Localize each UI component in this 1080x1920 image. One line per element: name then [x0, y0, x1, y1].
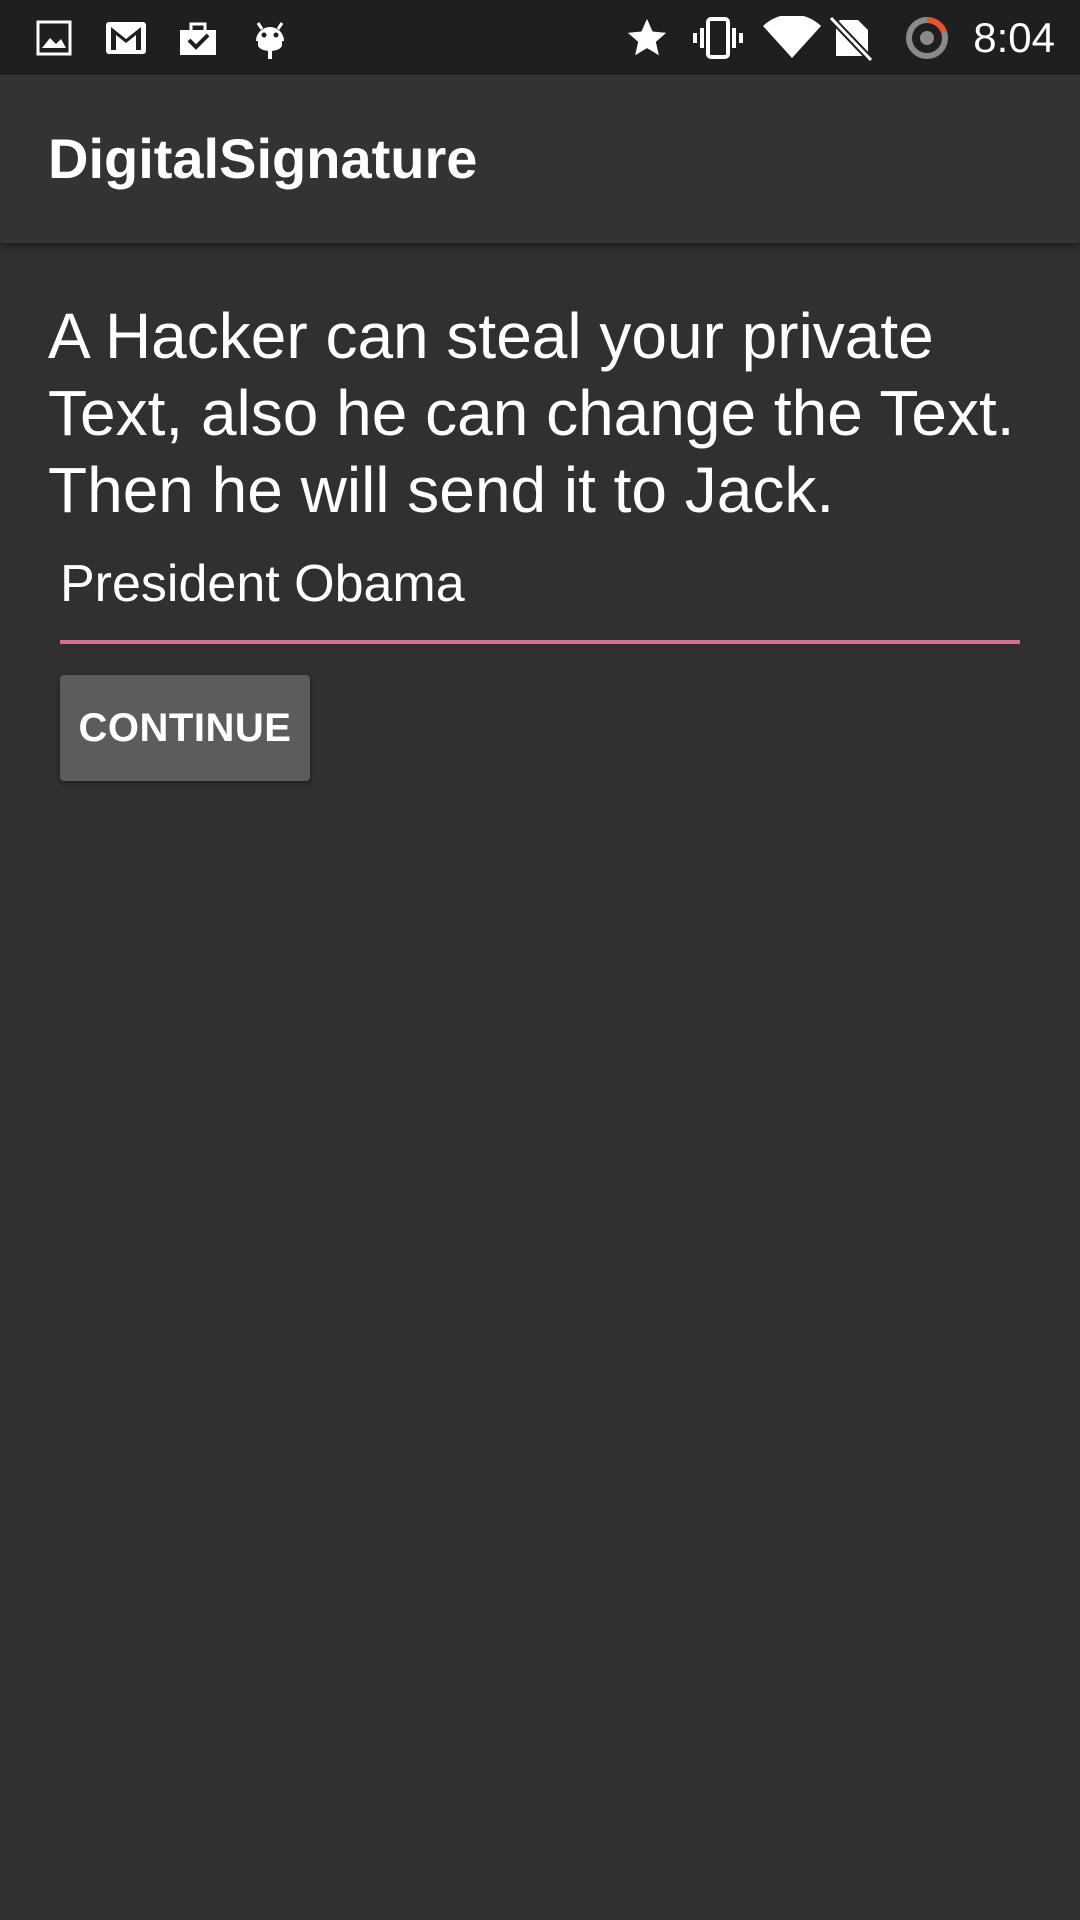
gmail-icon [104, 0, 148, 75]
text-input-value[interactable]: President Obama [60, 548, 465, 620]
app-bar: DigitalSignature [0, 75, 1080, 243]
android-icon [250, 0, 290, 75]
briefcase-check-icon [176, 0, 220, 75]
star-icon [622, 0, 672, 75]
vibrate-icon [690, 0, 746, 75]
image-icon [34, 0, 74, 75]
app-title: DigitalSignature [48, 127, 478, 190]
message-text: A Hacker can steal your private Text, al… [48, 300, 1015, 526]
input-underline [60, 640, 1020, 644]
status-time: 8:04 [973, 14, 1055, 61]
no-sim-icon [826, 0, 876, 75]
text-input-field[interactable]: President Obama [60, 548, 1020, 644]
continue-button[interactable]: CONTINUE [60, 675, 310, 781]
sync-loading-icon [902, 0, 952, 75]
wifi-icon [760, 0, 824, 75]
status-bar: 8:04 [0, 0, 1080, 75]
